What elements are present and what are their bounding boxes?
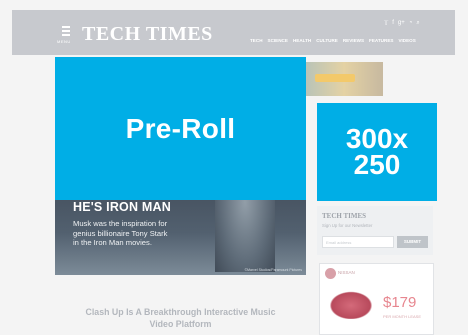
newsletter-email-input[interactable]: Email address: [322, 236, 394, 248]
video-caption-line: in the Iron Man movies.: [73, 238, 152, 247]
video-caption: Musk was the inspiration for genius bill…: [73, 219, 223, 248]
video-headline: HE'S IRON MAN: [73, 200, 171, 214]
car-ad-title: NISSAN: [338, 270, 355, 275]
video-caption-line: Musk was the inspiration for: [73, 219, 168, 228]
preroll-ad-placeholder[interactable]: Pre-Roll: [55, 57, 306, 200]
car-image: [326, 289, 376, 319]
menu-label: MENU: [57, 39, 71, 44]
ad-banner-strip[interactable]: [305, 62, 383, 96]
google-plus-icon[interactable]: g+: [398, 20, 405, 27]
newsletter-submit-button[interactable]: SUBMIT: [397, 236, 428, 248]
article-title-line: Video Platform: [149, 319, 212, 329]
car-ad-price: $179: [383, 294, 417, 311]
nav-item-reviews[interactable]: REVIEWS: [343, 38, 364, 43]
newsletter-signup: TECH TIMES Sign Up for our Newsletter Em…: [317, 206, 433, 255]
newsletter-text: Sign Up for our Newsletter: [322, 223, 373, 228]
video-caption-line: genius billionaire Tony Stark: [73, 228, 168, 238]
nav-item-videos[interactable]: VIDEOS: [398, 38, 415, 43]
article-title-line: Clash Up Is A Breakthrough Interactive M…: [85, 307, 276, 317]
nav-item-culture[interactable]: CULTURE: [316, 38, 338, 43]
site-logo[interactable]: TECH TIMES: [82, 23, 213, 46]
hamburger-menu-icon[interactable]: [62, 26, 70, 36]
social-links: 𝕋 f g+ ◔ ⌕: [384, 20, 420, 27]
nav-item-features[interactable]: FEATURES: [369, 38, 393, 43]
video-credit: ©Marvel Studios/Paramount Pictures: [244, 268, 302, 272]
banner-pill: [315, 74, 355, 82]
car-ad-terms: PER MONTH LEASE: [383, 314, 422, 319]
twitter-icon[interactable]: 𝕋: [384, 20, 388, 27]
ad-300x250-placeholder[interactable]: 300x 250: [317, 103, 437, 201]
article-title-link[interactable]: Clash Up Is A Breakthrough Interactive M…: [55, 306, 306, 330]
nav-item-science[interactable]: SCIENCE: [268, 38, 288, 43]
search-icon[interactable]: ⌕: [416, 20, 419, 27]
nav-item-tech[interactable]: TECH: [250, 38, 263, 43]
ad300-line-2: 250: [353, 149, 401, 180]
nav-item-health[interactable]: HEALTH: [293, 38, 311, 43]
site-header: MENU TECH TIMES 𝕋 f g+ ◔ ⌕ TECH SCIENCE …: [12, 10, 455, 55]
main-nav: TECH SCIENCE HEALTH CULTURE REVIEWS FEAT…: [250, 38, 416, 43]
newsletter-logo: TECH TIMES: [322, 212, 367, 220]
preroll-label: Pre-Roll: [125, 112, 236, 144]
car-ad[interactable]: NISSAN $179 PER MONTH LEASE: [319, 263, 434, 335]
nissan-logo-icon: [325, 268, 336, 279]
facebook-icon[interactable]: f: [392, 20, 394, 27]
rss-icon[interactable]: ◔: [409, 20, 413, 27]
